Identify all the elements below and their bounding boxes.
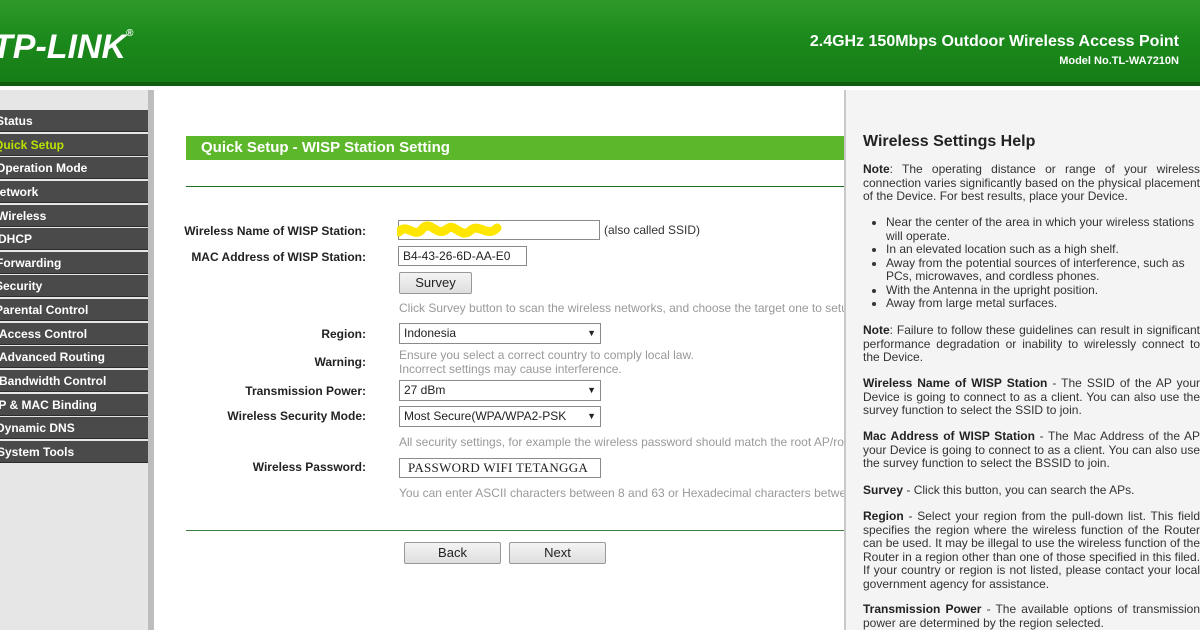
list-item: Near the center of the area in which you…: [886, 215, 1200, 243]
chevron-down-icon: ▼: [587, 385, 596, 395]
survey-button[interactable]: Survey: [399, 272, 472, 294]
sidebar-item-advanced-routing[interactable]: Advanced Routing: [0, 346, 148, 369]
help-region: Region - Select your region from the pul…: [863, 509, 1200, 591]
help-survey: Survey - Click this button, you can sear…: [863, 483, 1135, 497]
chevron-down-icon: ▼: [587, 411, 596, 421]
help-note-2: Note: Failure to follow these guidelines…: [863, 323, 1200, 364]
warning-line1: Ensure you select a correct country to c…: [399, 348, 694, 362]
security-mode-label: Wireless Security Mode:: [227, 409, 366, 423]
model-number: Model No.TL-WA7210N: [1059, 55, 1179, 67]
redaction-scribble: [397, 221, 502, 238]
list-item: With the Antenna in the upright position…: [886, 283, 1200, 298]
tp-link-logo: TP-LINK®: [0, 28, 134, 66]
help-title: Wireless Settings Help: [863, 133, 1036, 150]
password-label: Wireless Password:: [252, 460, 366, 474]
sidebar-item-bandwidth-control[interactable]: Bandwidth Control: [0, 370, 148, 393]
power-select-value: 27 dBm: [404, 383, 446, 397]
sidebar-item-operation-mode[interactable]: Operation Mode: [0, 157, 148, 180]
region-select-value: Indonesia: [404, 326, 457, 340]
help-power: Transmission Power - The available optio…: [863, 602, 1200, 630]
power-label: Transmission Power:: [245, 384, 366, 398]
ssid-note: (also called SSID): [604, 223, 701, 237]
password-input[interactable]: PASSWORD WIFI TETANGGA: [399, 458, 601, 478]
region-label: Region:: [321, 327, 366, 341]
sidebar-item-status[interactable]: Status: [0, 110, 148, 132]
warning-line2: Incorrect settings may cause interferenc…: [399, 362, 622, 376]
help-placement-list: Near the center of the area in which you…: [886, 215, 1200, 311]
sidebar-item-parental-control[interactable]: Parental Control: [0, 299, 148, 322]
sidebar-item-dhcp[interactable]: DHCP: [0, 228, 148, 251]
mac-label: MAC Address of WISP Station:: [191, 250, 366, 264]
bottom-divider: [186, 530, 846, 531]
product-title: 2.4GHz 150Mbps Outdoor Wireless Access P…: [809, 33, 1179, 50]
security-note: All security settings, for example the w…: [399, 435, 865, 449]
list-item: Away from large metal surfaces.: [886, 296, 1200, 311]
sidebar-item-dynamic-dns[interactable]: Dynamic DNS: [0, 417, 148, 440]
help-note-1: Note: The operating distance or range of…: [863, 162, 1200, 203]
sidebar-item-access-control[interactable]: Access Control: [0, 322, 148, 345]
back-button[interactable]: Back: [404, 542, 501, 564]
sidebar-item-network[interactable]: Network: [0, 180, 148, 203]
sidebar-item-system-tools[interactable]: System Tools: [0, 440, 148, 463]
security-mode-value: Most Secure(WPA/WPA2-PSK: [404, 409, 567, 423]
help-panel: Wireless Settings Help Note: The operati…: [844, 90, 1200, 630]
password-note: You can enter ASCII characters between 8…: [399, 486, 870, 500]
chevron-down-icon: ▼: [587, 328, 596, 338]
main-content: Quick Setup - WISP Station Setting Wirel…: [154, 90, 870, 630]
top-divider: [186, 186, 846, 187]
power-select[interactable]: 27 dBm ▼: [399, 380, 601, 401]
header-banner: TP-LINK® 2.4GHz 150Mbps Outdoor Wireless…: [0, 0, 1200, 86]
sidebar-item-quick-setup[interactable]: Quick Setup: [0, 133, 148, 156]
sidebar-item-security[interactable]: Security: [0, 275, 148, 298]
ssid-label: Wireless Name of WISP Station:: [184, 224, 366, 238]
security-mode-select[interactable]: Most Secure(WPA/WPA2-PSK ▼: [399, 406, 601, 427]
list-item: Away from the potential sources of inter…: [886, 256, 1200, 284]
page-title: Quick Setup - WISP Station Setting: [186, 136, 846, 160]
next-button[interactable]: Next: [509, 542, 606, 564]
sidebar-item-forwarding[interactable]: Forwarding: [0, 251, 148, 274]
region-select[interactable]: Indonesia ▼: [399, 323, 601, 344]
warning-label: Warning:: [314, 355, 366, 369]
help-ssid: Wireless Name of WISP Station - The SSID…: [863, 376, 1200, 417]
sidebar-item-ip-mac-binding[interactable]: IP & MAC Binding: [0, 393, 148, 416]
survey-note: Click Survey button to scan the wireless…: [399, 301, 855, 315]
mac-input[interactable]: B4-43-26-6D-AA-E0: [398, 246, 527, 266]
list-item: In an elevated location such as a high s…: [886, 242, 1200, 257]
sidebar-menu: Status Quick Setup Operation Mode Networ…: [0, 110, 148, 465]
help-mac: Mac Address of WISP Station - The Mac Ad…: [863, 429, 1200, 470]
sidebar-item-wireless[interactable]: Wireless: [0, 204, 148, 227]
